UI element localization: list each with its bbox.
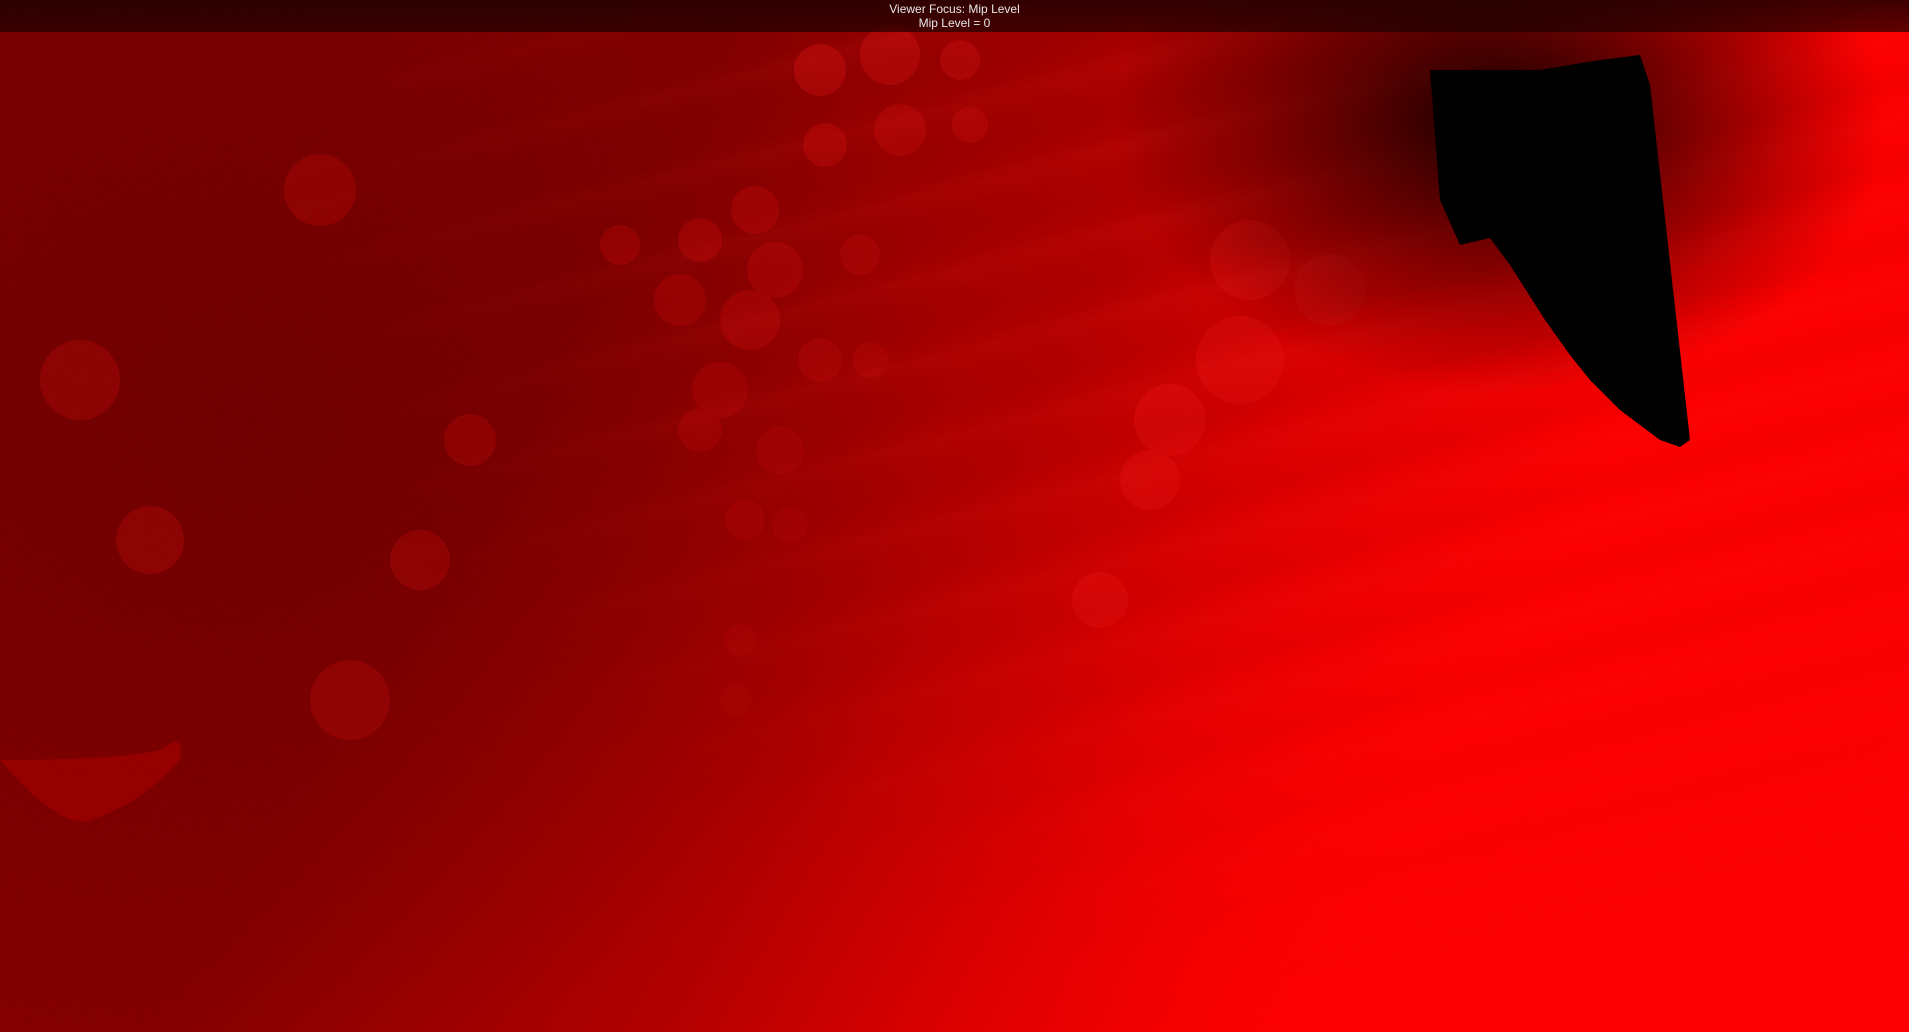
viewer-status-overlay: Viewer Focus: Mip Level Mip Level = 0: [0, 0, 1909, 32]
mip-level-viewport[interactable]: [0, 0, 1909, 1032]
black-shadow-wedge: [1430, 55, 1690, 447]
mip-level-value: Mip Level = 0: [918, 16, 991, 30]
viewer-focus-label: Viewer Focus: Mip Level: [889, 2, 1020, 16]
shadow-wedge-svg: [1430, 55, 1690, 447]
